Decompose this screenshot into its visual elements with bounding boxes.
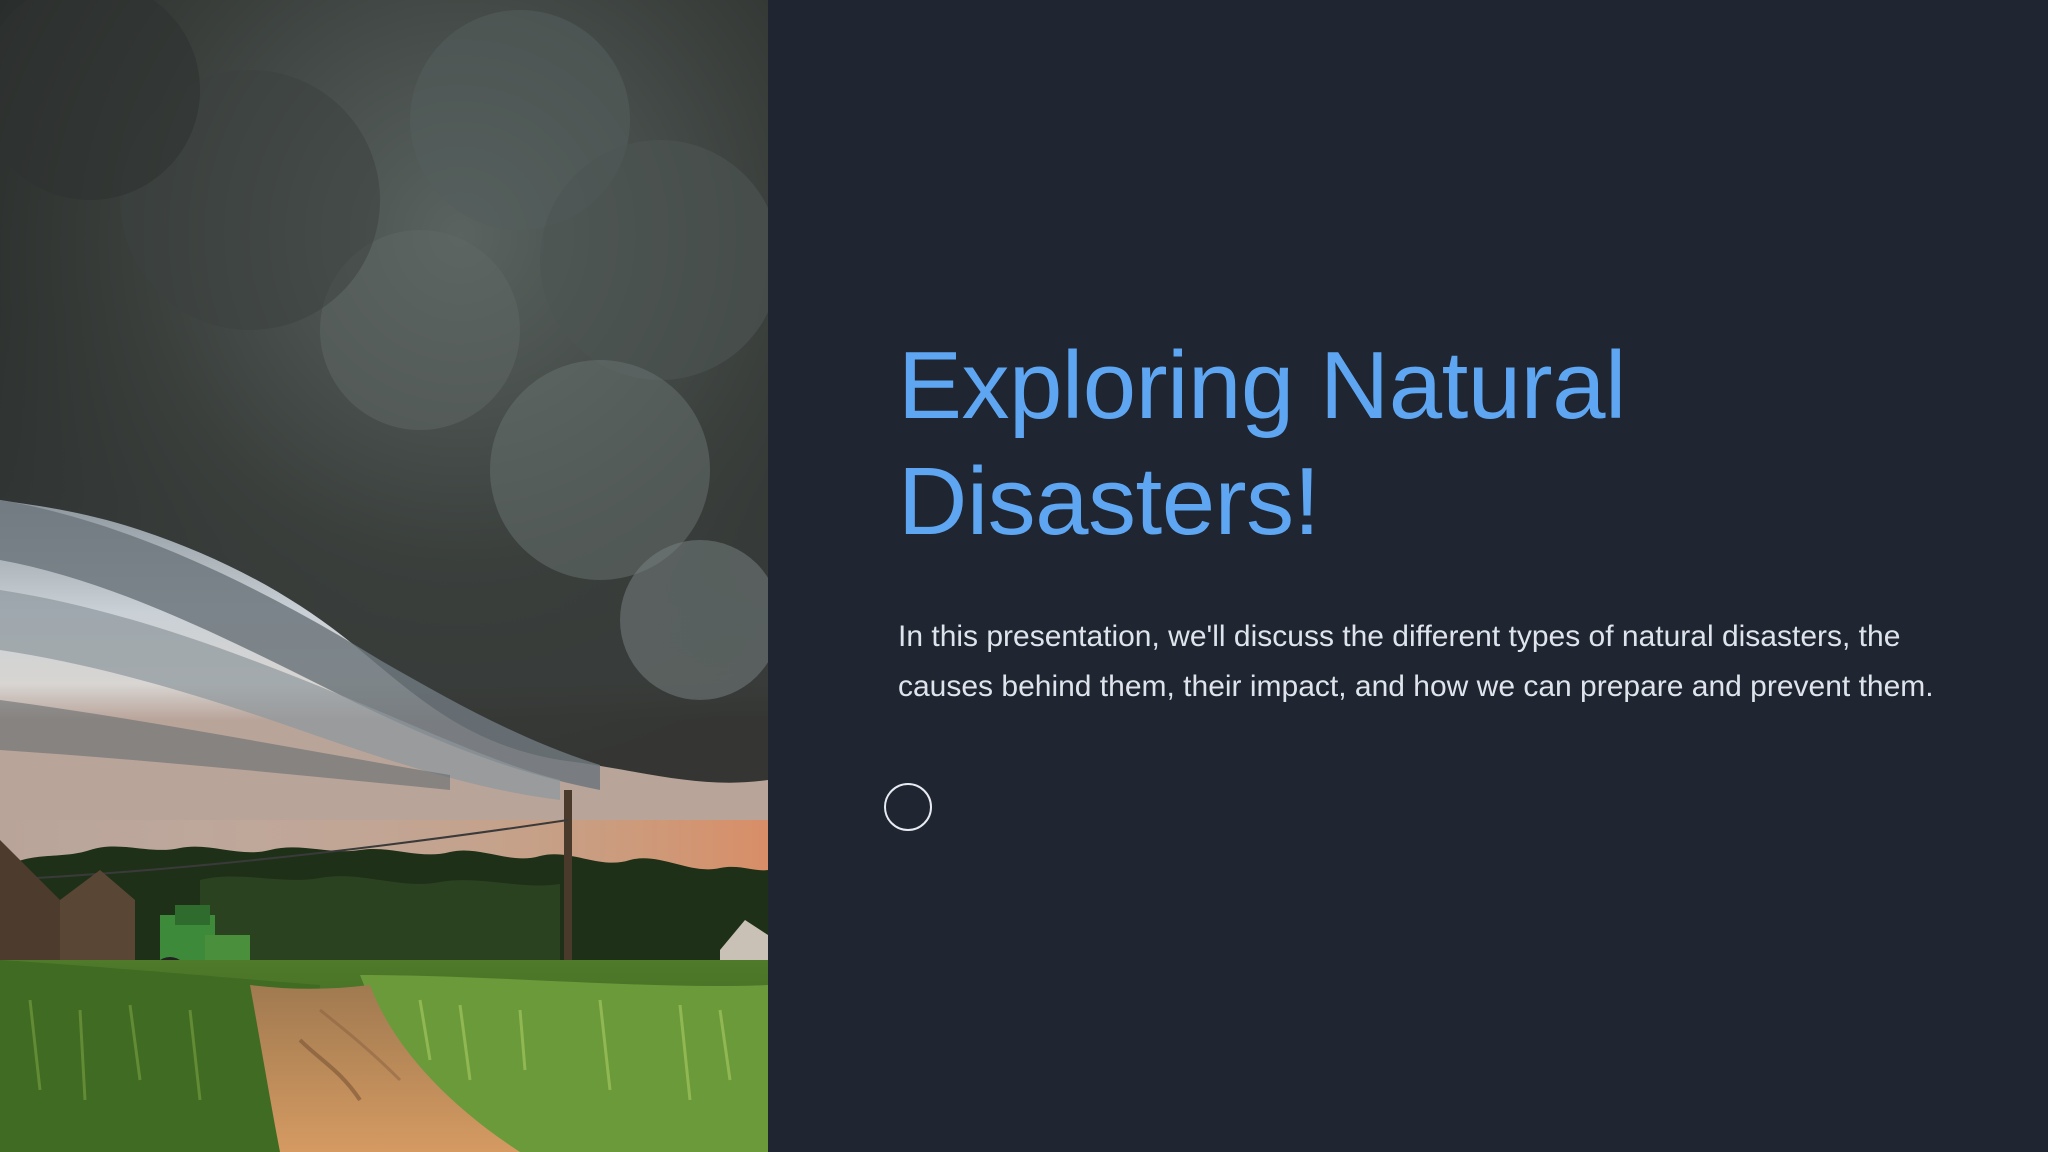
circle-cursor-icon[interactable] [884, 783, 932, 831]
slide-text-area: Exploring Natural Disasters! In this pre… [898, 328, 1938, 712]
slide-subtitle: In this presentation, we'll discuss the … [898, 620, 1934, 703]
storm-photo [0, 0, 768, 1152]
slide-title: Exploring Natural Disasters! [898, 332, 1626, 555]
presentation-slide: Exploring Natural Disasters! In this pre… [0, 0, 2048, 1152]
